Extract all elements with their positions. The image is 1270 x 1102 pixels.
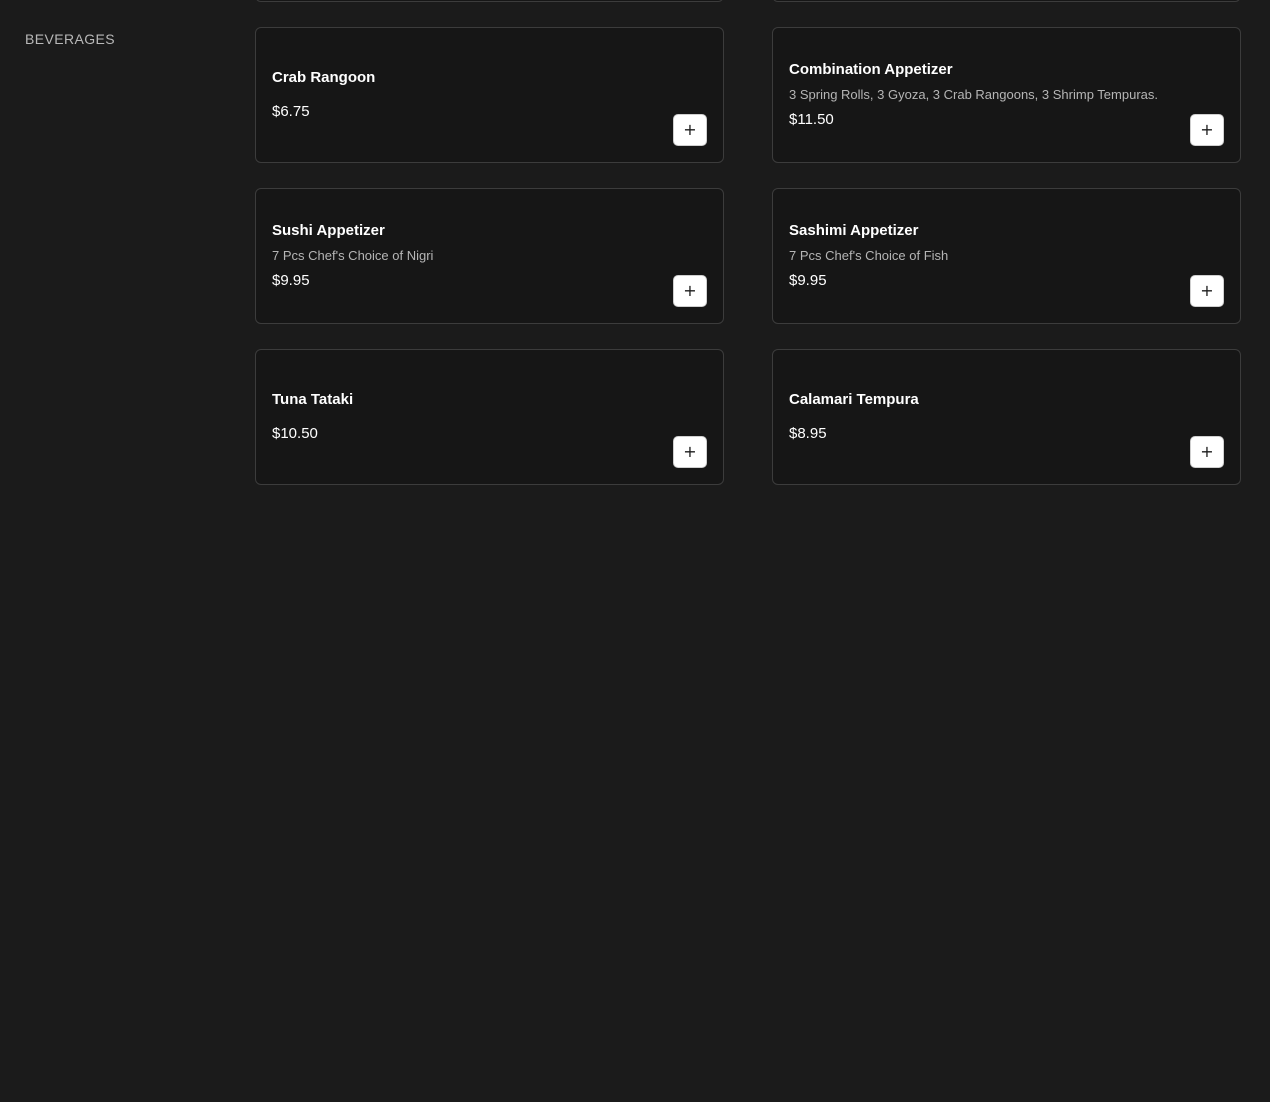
menu-item-details: Tuna Tataki $10.50 bbox=[272, 350, 663, 484]
category-sidebar: BEVERAGES bbox=[0, 0, 230, 1102]
menu-item-price: $11.50 bbox=[789, 111, 834, 128]
menu-item-price: $9.95 bbox=[272, 272, 310, 289]
menu-item-price: $6.75 bbox=[272, 103, 310, 120]
menu-item-card[interactable]: Calamari Tempura $8.95 + bbox=[772, 349, 1241, 485]
menu-item-details: Calamari Tempura $8.95 bbox=[789, 350, 1180, 484]
menu-item-description: 7 Pcs Chef's Choice of Fish bbox=[789, 248, 949, 263]
menu-item-details: Sashimi Appetizer 7 Pcs Chef's Choice of… bbox=[789, 189, 1180, 323]
add-to-cart-button[interactable]: + bbox=[1190, 436, 1224, 468]
plus-icon: + bbox=[683, 442, 697, 461]
menu-item-details: Crab Rangoon $6.75 bbox=[272, 28, 663, 162]
menu-item-description: 3 Spring Rolls, 3 Gyoza, 3 Crab Rangoons… bbox=[789, 87, 1158, 102]
menu-item-card-partial bbox=[772, 0, 1241, 2]
menu-item-price: $9.95 bbox=[789, 272, 827, 289]
menu-item-description: 7 Pcs Chef's Choice of Nigri bbox=[272, 248, 434, 263]
menu-item-name: Combination Appetizer bbox=[789, 61, 953, 78]
plus-icon: + bbox=[683, 281, 697, 300]
add-to-cart-button[interactable]: + bbox=[1190, 114, 1224, 146]
plus-icon: + bbox=[1200, 442, 1214, 461]
menu-item-name: Calamari Tempura bbox=[789, 391, 919, 408]
menu-item-card[interactable]: Sashimi Appetizer 7 Pcs Chef's Choice of… bbox=[772, 188, 1241, 324]
menu-item-name: Sushi Appetizer bbox=[272, 222, 385, 239]
menu-page: BEVERAGES Crab Rangoon $6.75 + Combinati… bbox=[0, 0, 1270, 1102]
menu-item-grid: Crab Rangoon $6.75 + Combination Appetiz… bbox=[255, 0, 1241, 485]
menu-item-card[interactable]: Crab Rangoon $6.75 + bbox=[255, 27, 724, 163]
menu-item-card[interactable]: Combination Appetizer 3 Spring Rolls, 3 … bbox=[772, 27, 1241, 163]
add-to-cart-button[interactable]: + bbox=[673, 275, 707, 307]
add-to-cart-button[interactable]: + bbox=[1190, 275, 1224, 307]
menu-item-card[interactable]: Sushi Appetizer 7 Pcs Chef's Choice of N… bbox=[255, 188, 724, 324]
menu-item-details: Combination Appetizer 3 Spring Rolls, 3 … bbox=[789, 28, 1180, 162]
menu-item-card-partial bbox=[255, 0, 724, 2]
sidebar-item-beverages[interactable]: BEVERAGES bbox=[25, 31, 115, 47]
menu-item-name: Crab Rangoon bbox=[272, 69, 376, 86]
plus-icon: + bbox=[1200, 281, 1214, 300]
menu-item-price: $10.50 bbox=[272, 425, 318, 442]
menu-item-name: Tuna Tataki bbox=[272, 391, 354, 408]
menu-item-price: $8.95 bbox=[789, 425, 827, 442]
add-to-cart-button[interactable]: + bbox=[673, 436, 707, 468]
menu-item-card[interactable]: Tuna Tataki $10.50 + bbox=[255, 349, 724, 485]
add-to-cart-button[interactable]: + bbox=[673, 114, 707, 146]
menu-item-details: Sushi Appetizer 7 Pcs Chef's Choice of N… bbox=[272, 189, 663, 323]
menu-item-name: Sashimi Appetizer bbox=[789, 222, 919, 239]
plus-icon: + bbox=[683, 120, 697, 139]
plus-icon: + bbox=[1200, 120, 1214, 139]
